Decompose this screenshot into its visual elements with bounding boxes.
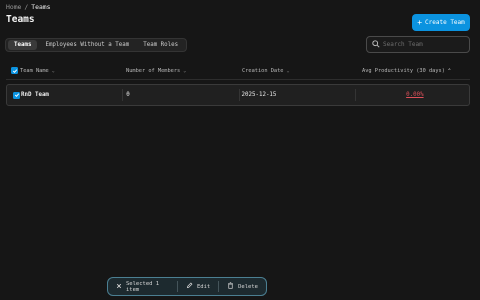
breadcrumb: Home / Teams xyxy=(6,3,51,11)
search-box xyxy=(366,36,470,53)
tab-bar: Teams Employees Without a Team Team Role… xyxy=(5,38,188,52)
check-icon xyxy=(12,68,17,73)
chevron-down-icon: ⌄ xyxy=(51,67,55,74)
column-header-creation-date[interactable]: Creation Date ⌄ xyxy=(240,63,357,78)
table-row[interactable]: RnD Team 0 2025-12-15 0.00% xyxy=(6,84,470,106)
search-icon xyxy=(372,39,380,50)
column-header-members[interactable]: Number of Members ⌄ xyxy=(123,63,240,78)
breadcrumb-current: Teams xyxy=(31,3,51,11)
cell-productivity: 0.00% xyxy=(356,89,469,101)
header-divider xyxy=(6,79,470,80)
table-header: Team Name ⌄ Number of Members ⌄ Creation… xyxy=(6,63,470,78)
tab-employees-without-team[interactable]: Employees Without a Team xyxy=(39,40,135,50)
column-header-team-name[interactable]: Team Name ⌄ xyxy=(19,63,123,78)
cell-members: 0 xyxy=(123,89,240,101)
search-input[interactable] xyxy=(383,41,469,48)
breadcrumb-home[interactable]: Home xyxy=(6,3,21,11)
cell-creation-date: 2025-12-15 xyxy=(240,89,356,101)
edit-label: Edit xyxy=(196,283,211,290)
edit-button[interactable]: Edit xyxy=(178,281,218,292)
clear-selection-button[interactable]: Selected 1 item xyxy=(108,280,177,293)
pencil-icon xyxy=(186,282,193,291)
delete-button[interactable]: Delete xyxy=(219,281,266,292)
plus-icon: + xyxy=(417,17,423,27)
chevron-down-icon: ⌄ xyxy=(286,67,290,74)
row-checkbox[interactable] xyxy=(13,91,20,99)
cell-team-name: RnD Team xyxy=(20,89,124,101)
column-header-productivity[interactable]: Avg Productivity (30 days) ⌃ xyxy=(357,63,457,78)
tab-teams[interactable]: Teams xyxy=(8,40,38,50)
check-icon xyxy=(14,93,19,98)
select-all-checkbox[interactable] xyxy=(11,67,18,74)
create-team-button[interactable]: + Create Team xyxy=(412,14,470,31)
trash-icon xyxy=(227,282,234,291)
page-title: Teams xyxy=(6,14,35,25)
close-icon xyxy=(116,283,122,291)
breadcrumb-separator: / xyxy=(24,3,29,11)
delete-label: Delete xyxy=(238,283,258,290)
chevron-up-icon: ⌃ xyxy=(447,67,451,74)
selected-count-label: Selected 1 item xyxy=(126,280,160,293)
chevron-down-icon: ⌄ xyxy=(183,67,187,74)
bulk-action-bar: Selected 1 item Edit Delete xyxy=(107,277,267,296)
create-team-label: Create Team xyxy=(425,19,465,26)
productivity-value[interactable]: 0.00% xyxy=(406,92,423,98)
tab-team-roles[interactable]: Team Roles xyxy=(137,40,184,50)
